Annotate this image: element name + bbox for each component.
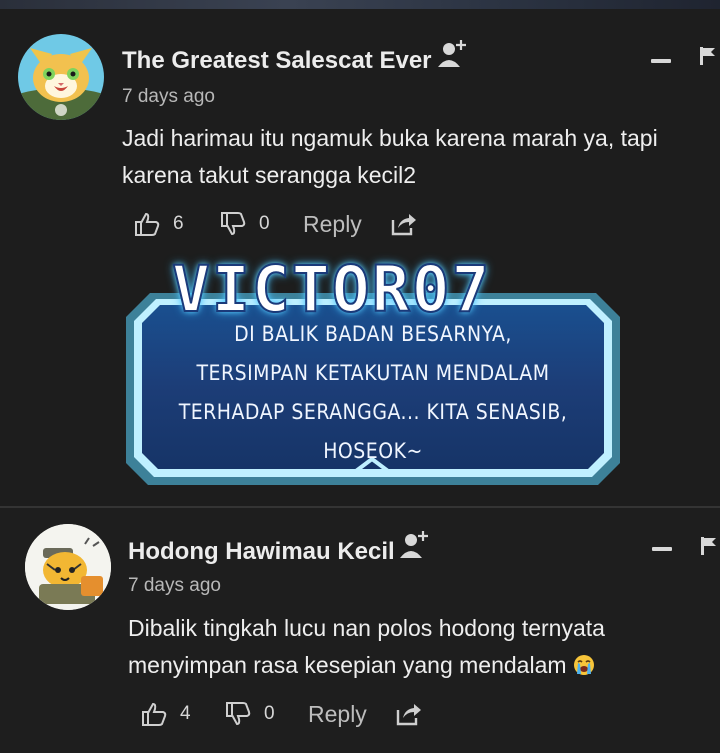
thumbs-down-icon <box>221 212 246 236</box>
reply-label: Reply <box>303 210 362 237</box>
comment-text: Jadi harimau itu ngamuk buka karena mara… <box>122 125 658 188</box>
top-image-strip <box>0 0 720 9</box>
attachment-caption: DI BALIK BADAN BESARNYA, TERSIMPAN KETAK… <box>120 315 626 471</box>
thumbs-down-icon <box>226 702 251 726</box>
crying-face-icon <box>573 655 594 675</box>
share-button[interactable] <box>394 698 422 730</box>
add-person-icon[interactable] <box>398 530 430 560</box>
collapse-icon[interactable] <box>652 547 672 551</box>
comment-text-container: Dibalik tingkah lucu nan polos hodong te… <box>128 610 708 684</box>
cat-avatar-icon[interactable] <box>18 34 104 120</box>
flag-icon[interactable] <box>700 47 716 65</box>
comment-author[interactable]: Hodong Hawimau Kecil <box>128 538 395 566</box>
thumbs-up-icon <box>142 702 167 726</box>
share-button[interactable] <box>389 208 417 240</box>
share-icon <box>396 704 421 726</box>
comment-date: 7 days ago <box>128 575 221 596</box>
caption-line: TERHADAP SERANGGA... KITA SENASIB, <box>178 400 568 424</box>
comment-author[interactable]: The Greatest Salescat Ever <box>122 47 432 75</box>
flag-icon[interactable] <box>701 537 717 555</box>
like-button[interactable]: 6 <box>133 208 184 240</box>
comment-date: 7 days ago <box>122 86 215 107</box>
reply-button[interactable]: Reply <box>308 698 367 730</box>
tiger-avatar-icon[interactable] <box>25 524 111 610</box>
comment-text: Dibalik tingkah lucu nan polos hodong te… <box>128 615 605 678</box>
dislike-button[interactable]: 0 <box>224 698 275 730</box>
collapse-icon[interactable] <box>651 59 671 63</box>
dislike-count: 0 <box>264 703 275 724</box>
dislike-button[interactable]: 0 <box>219 208 270 240</box>
share-icon <box>391 214 416 236</box>
like-button[interactable]: 4 <box>140 698 191 730</box>
like-count: 4 <box>180 703 191 724</box>
reply-button[interactable]: Reply <box>303 208 362 240</box>
caption-line: HOSEOK~ <box>323 439 423 463</box>
reply-label: Reply <box>308 700 367 727</box>
comment-image-attachment[interactable]: VICTOR07 DI BALIK BADAN BESARNYA, TERSIM… <box>120 249 626 491</box>
add-person-icon[interactable] <box>436 39 468 69</box>
comment-item: Hodong Hawimau Kecil 7 days ago Dibalik … <box>0 508 720 753</box>
comment-item: The Greatest Salescat Ever 7 days ago Ja… <box>0 9 720 506</box>
dislike-count: 0 <box>259 213 270 234</box>
caption-line: TERSIMPAN KETAKUTAN MENDALAM <box>196 361 550 385</box>
thumbs-up-icon <box>135 212 160 236</box>
like-count: 6 <box>173 213 184 234</box>
caption-line: DI BALIK BADAN BESARNYA, <box>234 322 512 346</box>
